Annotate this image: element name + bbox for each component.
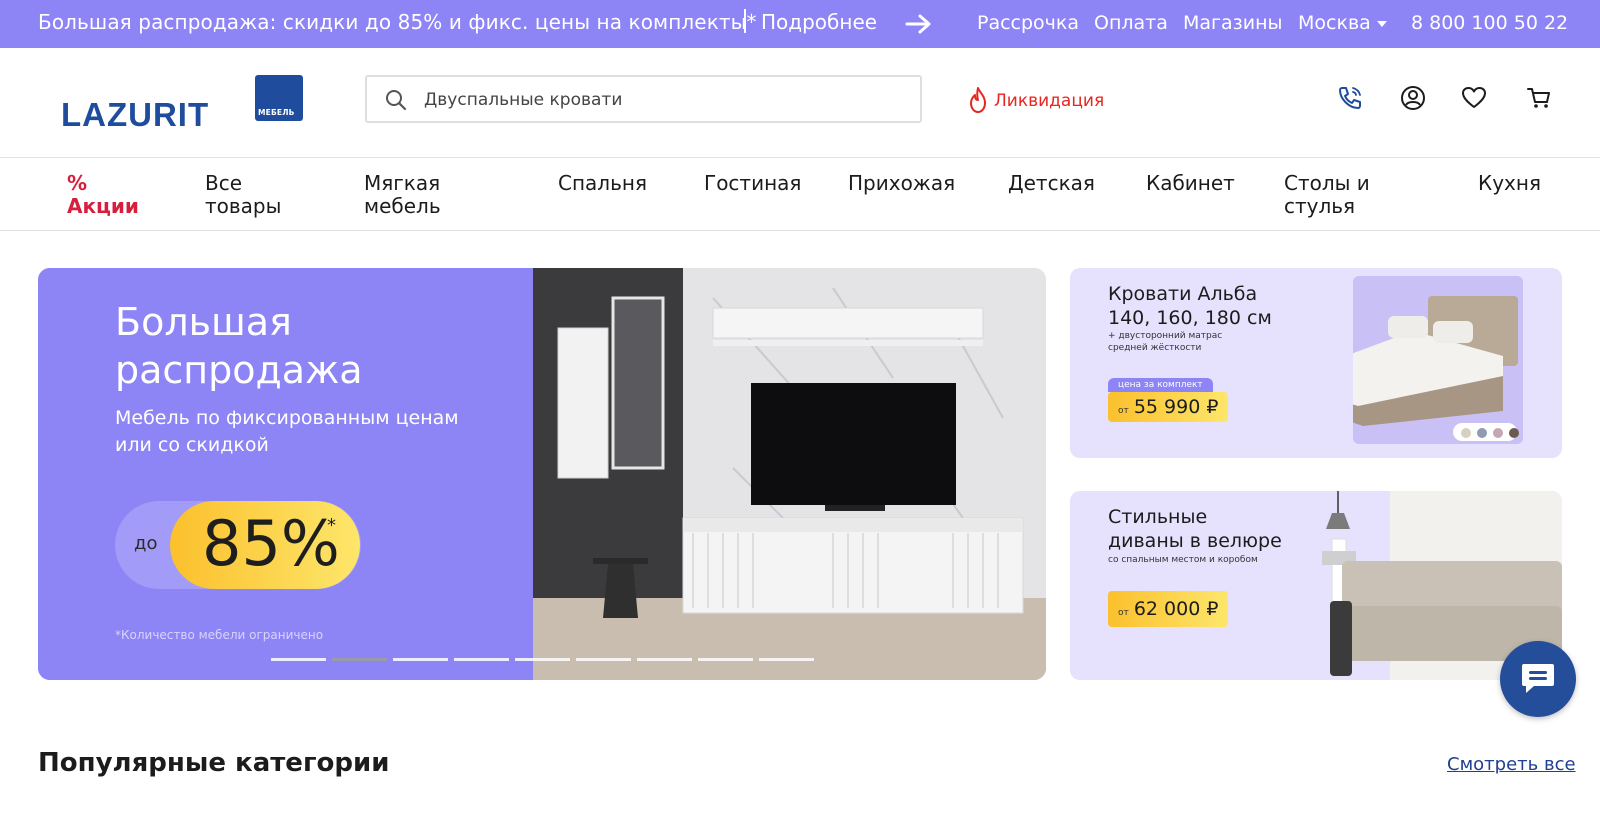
nav-item-upholstered[interactable]: Мягкая мебель [364,172,454,218]
hero-slider[interactable]: Большая распродажа Мебель по фиксированн… [38,268,1046,680]
search-input[interactable] [424,86,904,114]
banner-sofas-price: от 62 000 ₽ [1108,591,1229,627]
payment-link[interactable]: Оплата [1094,12,1168,34]
installment-link[interactable]: Рассрочка [977,12,1079,34]
discount-asterisk: * [327,515,336,536]
liquidation-label: Ликвидация [994,91,1105,111]
banner-sofas-title: Стильные диваны в велюре [1108,506,1282,552]
slider-dot[interactable] [759,658,814,661]
slider-pagination [271,658,821,661]
swatch-1[interactable] [1461,428,1471,438]
hero-title-text: Большая распродажа [115,300,363,392]
price-value: 55 990 ₽ [1133,396,1219,418]
cart-icon[interactable] [1525,84,1553,112]
logo-badge-text: МЕБЕЛЬ [258,108,295,117]
hero-footnote: *Количество мебели ограничено [115,628,324,642]
phone-number[interactable]: 8 800 100 50 22 [1411,12,1568,34]
promo-text[interactable]: Большая распродажа: скидки до 85% и фикс… [38,10,757,34]
banner-beds-tag: цена за комплект [1108,378,1213,392]
discount-prefix: до [134,533,158,554]
price-from: от [1118,406,1129,416]
fire-icon [970,87,986,113]
search-box[interactable] [365,75,922,123]
bed-image [1353,276,1523,444]
discount-value: 85% [202,507,340,580]
hero-photo [533,268,1046,680]
price-value: 62 000 ₽ [1133,598,1219,620]
user-icon[interactable] [1399,84,1427,112]
nav-item-all[interactable]: Все товары [205,172,295,218]
swatch-2[interactable] [1477,428,1487,438]
slider-dot[interactable] [271,658,326,661]
nav-item-living-room[interactable]: Гостиная [704,172,801,195]
slider-dot[interactable] [332,658,387,661]
chevron-down-icon[interactable] [1377,20,1387,28]
chat-icon [1522,664,1554,693]
swatch-4[interactable] [1509,428,1519,438]
search-icon [386,90,407,111]
slider-dot[interactable] [637,658,692,661]
promo-more-link[interactable]: Подробнее [761,10,877,34]
city-selector[interactable]: Москва [1298,12,1371,34]
logo-wordmark[interactable]: LAZURIT [61,96,209,134]
logo-badge[interactable]: МЕБЕЛЬ [255,75,303,121]
nav-item-sale[interactable]: % Акции [67,172,157,218]
see-all-link[interactable]: Смотреть все [1447,754,1576,775]
nav-item-kitchen[interactable]: Кухня [1478,172,1541,195]
banner-beds-price: от 55 990 ₽ [1108,392,1229,422]
swatch-3[interactable] [1493,428,1503,438]
nav-item-study[interactable]: Кабинет [1146,172,1235,195]
nav-item-bedroom[interactable]: Спальня [558,172,647,195]
nav-item-hallway[interactable]: Прихожая [848,172,955,195]
slider-dot[interactable] [393,658,448,661]
stores-link[interactable]: Магазины [1183,12,1283,34]
slider-dot[interactable] [515,658,570,661]
discount-pill: до 85% * [115,501,361,589]
living-room-image [533,268,1046,680]
site-header: LAZURIT МЕБЕЛЬ Ликвидация [0,48,1600,158]
price-from: от [1118,608,1129,618]
nav-item-kids[interactable]: Детская [1008,172,1095,195]
promo-banner-beds[interactable]: Кровати Альба 140, 160, 180 см + двустор… [1070,268,1562,458]
slider-dot[interactable] [576,658,631,661]
banner-beds-title: Кровати Альба 140, 160, 180 см [1108,283,1272,329]
phone-icon[interactable] [1336,84,1364,112]
nav-item-sale-label: Акции [67,194,139,218]
hero-subtitle: Мебель по фиксированным ценам или со ски… [115,407,459,456]
slider-dot[interactable] [698,658,753,661]
category-nav: % Акции Все товары Мягкая мебель Спальня… [0,159,1600,231]
promo-divider [744,9,746,33]
chat-button[interactable] [1500,641,1576,717]
arrow-right-icon[interactable] [905,13,933,35]
heart-icon[interactable] [1460,84,1488,112]
promo-topbar: Большая распродажа: скидки до 85% и фикс… [0,0,1600,48]
promo-banner-sofas[interactable]: Стильные диваны в велюре со спальным мес… [1070,491,1562,680]
hero-title: Большая распродажа [115,298,385,394]
color-swatches[interactable] [1461,428,1523,440]
nav-item-tables-chairs[interactable]: Столы и стулья [1284,172,1394,218]
slider-dot[interactable] [454,658,509,661]
section-title: Популярные категории [38,748,390,778]
hero-text-panel: Большая распродажа Мебель по фиксированн… [38,268,533,680]
banner-beds-note: + двусторонний матрас средней жёсткости [1108,331,1223,353]
banner-sofas-note: со спальным местом и коробом [1108,555,1258,565]
percent-icon: % [67,171,88,195]
